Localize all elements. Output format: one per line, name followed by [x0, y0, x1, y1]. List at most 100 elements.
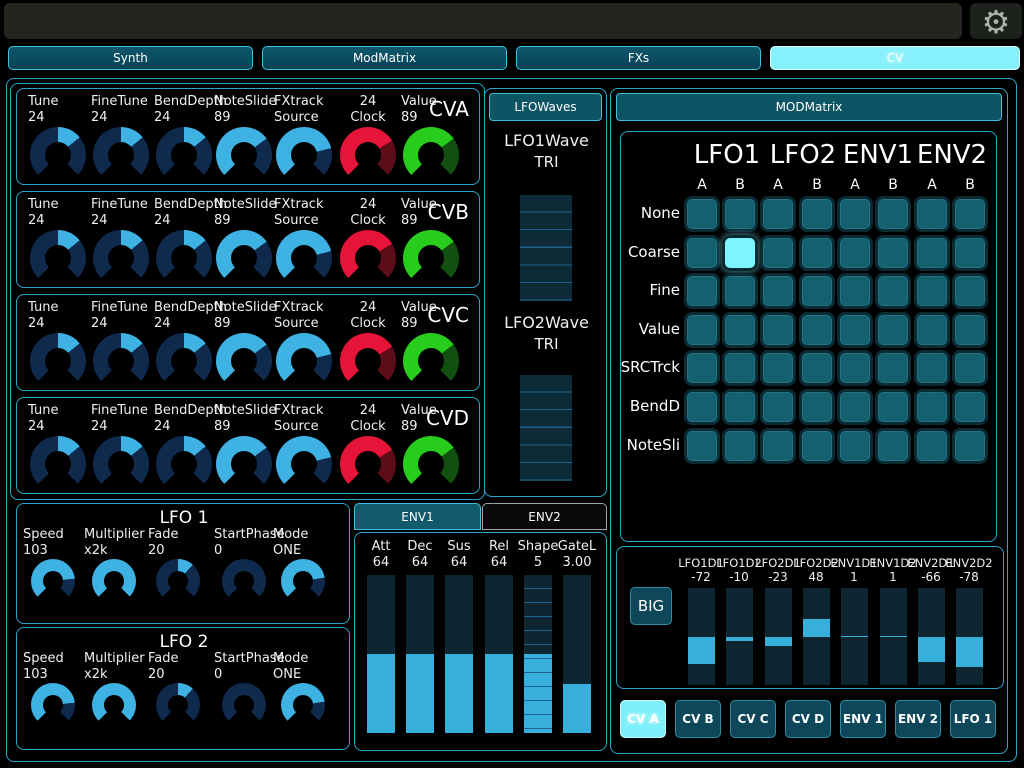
- depth-slider-env2d1[interactable]: [918, 588, 945, 685]
- matrix-cell-r0-c0[interactable]: [684, 196, 720, 232]
- knob-24[interactable]: [340, 127, 396, 183]
- matrix-cell-r3-c6[interactable]: [914, 312, 950, 348]
- select-button-env-2[interactable]: ENV 2: [895, 700, 941, 738]
- env-slider-dec[interactable]: [406, 575, 434, 733]
- knob-value[interactable]: [403, 436, 459, 492]
- env-slider-att[interactable]: [367, 575, 395, 733]
- knob-tune[interactable]: [30, 333, 86, 389]
- knob-speed[interactable]: [31, 559, 75, 603]
- tab-modmatrix[interactable]: ModMatrix: [262, 46, 507, 70]
- matrix-cell-r6-c2[interactable]: [760, 428, 796, 464]
- matrix-cell-r5-c2[interactable]: [760, 389, 796, 425]
- wave-selector-1[interactable]: [520, 195, 572, 301]
- matrix-cell-r2-c7[interactable]: [952, 273, 988, 309]
- matrix-cell-r6-c3[interactable]: [799, 428, 835, 464]
- matrix-cell-r3-c4[interactable]: [837, 312, 873, 348]
- matrix-cell-r2-c6[interactable]: [914, 273, 950, 309]
- knob-tune[interactable]: [30, 436, 86, 492]
- matrix-cell-r5-c7[interactable]: [952, 389, 988, 425]
- knob-mode[interactable]: [281, 683, 325, 727]
- matrix-cell-r4-c1[interactable]: [722, 350, 758, 386]
- knob-noteslide[interactable]: [216, 333, 272, 389]
- knob-fade[interactable]: [156, 559, 200, 603]
- knob-benddepth[interactable]: [156, 127, 212, 183]
- env-slider-rel[interactable]: [485, 575, 513, 733]
- knob-24[interactable]: [340, 230, 396, 286]
- env-slider-shape[interactable]: [524, 575, 552, 733]
- matrix-cell-r5-c1[interactable]: [722, 389, 758, 425]
- matrix-cell-r5-c0[interactable]: [684, 389, 720, 425]
- knob-noteslide[interactable]: [216, 127, 272, 183]
- knob-fxtrack[interactable]: [276, 436, 332, 492]
- knob-24[interactable]: [340, 436, 396, 492]
- select-button-env-1[interactable]: ENV 1: [840, 700, 886, 738]
- knob-24[interactable]: [340, 333, 396, 389]
- knob-multiplier[interactable]: [92, 683, 136, 727]
- knob-mode[interactable]: [281, 559, 325, 603]
- matrix-cell-r0-c1[interactable]: [722, 196, 758, 232]
- knob-benddepth[interactable]: [156, 333, 212, 389]
- select-button-cv-b[interactable]: CV B: [675, 700, 721, 738]
- matrix-cell-r6-c7[interactable]: [952, 428, 988, 464]
- matrix-cell-r1-c5[interactable]: [875, 235, 911, 271]
- matrix-cell-r2-c0[interactable]: [684, 273, 720, 309]
- matrix-cell-r4-c4[interactable]: [837, 350, 873, 386]
- matrix-cell-r4-c5[interactable]: [875, 350, 911, 386]
- matrix-cell-r5-c5[interactable]: [875, 389, 911, 425]
- knob-value[interactable]: [403, 333, 459, 389]
- knob-tune[interactable]: [30, 230, 86, 286]
- matrix-cell-r1-c0[interactable]: [684, 235, 720, 271]
- matrix-cell-r5-c4[interactable]: [837, 389, 873, 425]
- matrix-cell-r6-c0[interactable]: [684, 428, 720, 464]
- matrix-cell-r3-c1[interactable]: [722, 312, 758, 348]
- matrix-cell-r1-c4[interactable]: [837, 235, 873, 271]
- matrix-cell-r0-c7[interactable]: [952, 196, 988, 232]
- matrix-cell-r4-c2[interactable]: [760, 350, 796, 386]
- knob-startphase[interactable]: [222, 559, 266, 603]
- matrix-cell-r3-c0[interactable]: [684, 312, 720, 348]
- matrix-cell-r5-c6[interactable]: [914, 389, 950, 425]
- depth-slider-lfo2d1[interactable]: [765, 588, 792, 685]
- matrix-cell-r1-c3[interactable]: [799, 235, 835, 271]
- matrix-cell-r6-c1[interactable]: [722, 428, 758, 464]
- select-button-cv-d[interactable]: CV D: [785, 700, 831, 738]
- matrix-cell-r3-c3[interactable]: [799, 312, 835, 348]
- matrix-cell-r2-c4[interactable]: [837, 273, 873, 309]
- matrix-cell-r0-c2[interactable]: [760, 196, 796, 232]
- tab-cv[interactable]: CV: [770, 46, 1020, 70]
- matrix-cell-r3-c7[interactable]: [952, 312, 988, 348]
- depth-slider-env2d2[interactable]: [956, 588, 983, 685]
- matrix-cell-r0-c5[interactable]: [875, 196, 911, 232]
- matrix-cell-r6-c4[interactable]: [837, 428, 873, 464]
- matrix-cell-r2-c1[interactable]: [722, 273, 758, 309]
- env-slider-gatel[interactable]: [563, 575, 591, 733]
- knob-fxtrack[interactable]: [276, 127, 332, 183]
- matrix-cell-r1-c7[interactable]: [952, 235, 988, 271]
- knob-value[interactable]: [403, 127, 459, 183]
- matrix-cell-r3-c2[interactable]: [760, 312, 796, 348]
- knob-noteslide[interactable]: [216, 230, 272, 286]
- env-slider-sus[interactable]: [445, 575, 473, 733]
- knob-finetune[interactable]: [93, 230, 149, 286]
- matrix-cell-r4-c3[interactable]: [799, 350, 835, 386]
- settings-button[interactable]: ⚙: [970, 3, 1022, 39]
- select-button-cv-a[interactable]: CV A: [620, 700, 666, 738]
- knob-benddepth[interactable]: [156, 230, 212, 286]
- tab-env2[interactable]: ENV2: [482, 503, 607, 530]
- matrix-cell-r4-c0[interactable]: [684, 350, 720, 386]
- matrix-cell-r0-c6[interactable]: [914, 196, 950, 232]
- matrix-cell-r0-c3[interactable]: [799, 196, 835, 232]
- matrix-cell-r6-c6[interactable]: [914, 428, 950, 464]
- tab-env1[interactable]: ENV1: [354, 503, 481, 530]
- select-button-cv-c[interactable]: CV C: [730, 700, 776, 738]
- depth-slider-env1d2[interactable]: [880, 588, 907, 685]
- matrix-cell-r4-c6[interactable]: [914, 350, 950, 386]
- knob-fxtrack[interactable]: [276, 333, 332, 389]
- knob-speed[interactable]: [31, 683, 75, 727]
- depth-slider-env1d1[interactable]: [841, 588, 868, 685]
- knob-value[interactable]: [403, 230, 459, 286]
- knob-benddepth[interactable]: [156, 436, 212, 492]
- knob-fade[interactable]: [156, 683, 200, 727]
- wave-selector-2[interactable]: [520, 375, 572, 481]
- knob-tune[interactable]: [30, 127, 86, 183]
